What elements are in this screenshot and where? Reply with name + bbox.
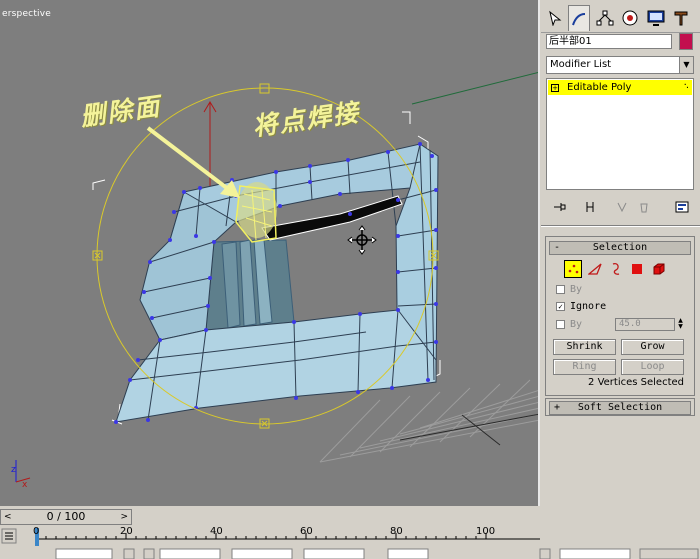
angle-spinner-field[interactable]: 45.0	[615, 318, 675, 331]
expand-icon[interactable]: +	[551, 84, 559, 92]
home-grid	[319, 379, 538, 463]
expand-sign: +	[554, 402, 561, 413]
by-angle-option[interactable]: By	[556, 319, 582, 330]
object-name-field[interactable]: 后半部01	[546, 34, 672, 49]
viewport-label[interactable]: erspective	[2, 9, 51, 19]
border-mode-button[interactable]	[606, 260, 624, 278]
element-mode-button[interactable]	[650, 260, 668, 278]
ruler-label: 0	[33, 526, 40, 537]
panel-divider	[541, 225, 700, 227]
ruler-label: 20	[120, 526, 133, 537]
by-angle-label: By	[570, 319, 583, 330]
prev-frame-icon[interactable]: <	[4, 510, 12, 524]
stack-item-editable-poly[interactable]: + Editable Poly ·.	[548, 80, 692, 95]
configure-modifier-sets-button[interactable]	[672, 199, 692, 215]
chevron-down-icon[interactable]: ▼	[679, 57, 693, 73]
remove-modifier-button[interactable]	[634, 199, 654, 215]
ruler-label: 60	[300, 526, 313, 537]
end-result-icon	[586, 202, 594, 212]
polygon-mode-button[interactable]	[628, 260, 646, 278]
show-end-result-button[interactable]	[580, 199, 600, 215]
vertex-mode-button[interactable]	[564, 260, 582, 278]
status-bar	[0, 547, 700, 559]
next-frame-icon[interactable]: >	[120, 510, 128, 524]
stack-item-label: Editable Poly	[567, 82, 632, 93]
selection-status: 2 Vertices Selected	[588, 377, 684, 388]
svg-text:x: x	[22, 480, 28, 490]
vertex-icon	[568, 264, 579, 274]
annotation-arrow	[146, 126, 240, 198]
ignore-backfacing-option[interactable]: ✓ Ignore	[556, 301, 606, 312]
hierarchy-icon	[596, 10, 614, 26]
utilities-tab[interactable]	[670, 7, 692, 29]
modify-icon	[572, 12, 586, 25]
configure-icon	[675, 201, 689, 213]
display-tab[interactable]	[645, 7, 667, 29]
border-icon	[612, 262, 620, 275]
mesh-back-faces	[205, 239, 295, 331]
ruler-label: 80	[390, 526, 403, 537]
trash-icon	[640, 203, 648, 213]
motion-icon	[622, 10, 638, 26]
object-color-swatch[interactable]	[679, 33, 693, 50]
display-icon	[647, 10, 665, 26]
ruler-label: 40	[210, 526, 223, 537]
grid-axis-line	[411, 71, 538, 105]
pin-icon	[554, 203, 566, 211]
stack-toolbar	[546, 198, 694, 216]
collapse-sign: -	[554, 242, 561, 253]
make-unique-icon	[617, 202, 627, 213]
soft-selection-rollout-header[interactable]: + Soft Selection	[549, 401, 691, 415]
by-vertex-checkbox[interactable]	[556, 284, 565, 294]
edge-mode-button[interactable]	[586, 260, 604, 278]
svg-text:z: z	[11, 465, 16, 475]
modifier-list-label: Modifier List	[550, 59, 612, 70]
ring-button[interactable]: Ring	[553, 359, 616, 375]
time-slider-label: 0 / 100	[46, 510, 86, 523]
create-tab[interactable]	[544, 7, 566, 29]
modify-tab[interactable]	[568, 5, 590, 31]
command-panel-tabs	[541, 0, 700, 33]
shrink-button[interactable]: Shrink	[553, 339, 616, 355]
by-vertex-label: By	[570, 284, 583, 295]
polygon-icon	[632, 264, 642, 274]
grow-button[interactable]: Grow	[621, 339, 684, 355]
timeline-area: < 0 / 100 > 0 20 40 60 80 100	[0, 506, 700, 559]
utilities-icon	[674, 11, 688, 26]
modifier-stack[interactable]: + Editable Poly ·.	[546, 78, 694, 190]
modifier-list-dropdown[interactable]: Modifier List ▼	[546, 56, 694, 74]
ignore-backfacing-label: Ignore	[570, 301, 607, 312]
move-cursor-icon	[347, 225, 377, 255]
by-angle-checkbox[interactable]	[556, 319, 565, 329]
track-bar[interactable]	[0, 523, 540, 547]
ruler-label: 100	[476, 526, 496, 537]
loop-button[interactable]: Loop	[621, 359, 684, 375]
axis-tripod-icon: z x	[11, 460, 31, 490]
selection-rollout-header[interactable]: - Selection	[549, 241, 691, 255]
make-unique-button[interactable]	[612, 199, 632, 215]
spinner-arrows-icon[interactable]: ▲ ▼	[676, 318, 685, 331]
edge-icon	[588, 263, 602, 275]
hierarchy-tab[interactable]	[594, 7, 616, 29]
soft-selection-rollout: + Soft Selection	[545, 398, 695, 416]
soft-selection-title: Soft Selection	[577, 402, 663, 413]
ignore-backfacing-checkbox[interactable]: ✓	[556, 301, 565, 311]
viewport-canvas[interactable]: z x	[0, 0, 540, 506]
by-vertex-option[interactable]: By	[556, 284, 582, 295]
perspective-viewport[interactable]: z x erspective 删除面 将点焊接	[0, 0, 540, 506]
create-icon	[549, 10, 562, 26]
motion-tab[interactable]	[619, 7, 641, 29]
subobject-dots-icon: ·.	[683, 80, 689, 91]
pin-stack-button[interactable]	[550, 199, 570, 215]
element-icon	[653, 263, 665, 275]
selection-title: Selection	[592, 242, 648, 253]
